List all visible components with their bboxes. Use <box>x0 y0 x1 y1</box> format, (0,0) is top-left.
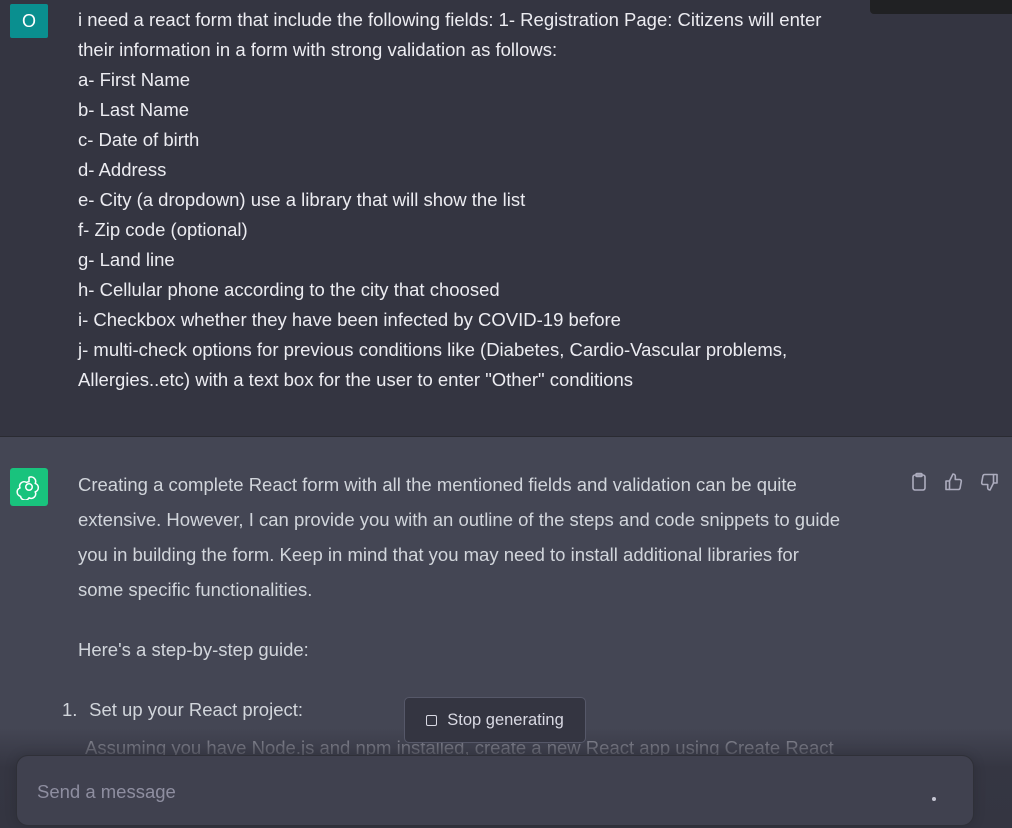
send-button[interactable] <box>932 797 936 801</box>
user-message: O i need a react form that include the f… <box>0 0 1012 437</box>
user-line: c- Date of birth <box>78 129 200 150</box>
topbar-corner <box>870 0 1012 14</box>
openai-logo-icon <box>10 468 48 506</box>
thumbs-up-icon[interactable] <box>944 472 964 492</box>
step-item: 1. Set up your React project: <box>62 695 303 725</box>
user-line: e- City (a dropdown) use a library that … <box>78 189 526 210</box>
user-line: a- First Name <box>78 69 191 90</box>
thumbs-down-icon[interactable] <box>979 472 999 492</box>
user-avatar: O <box>10 4 48 38</box>
assistant-line: you in building the form. Keep in mind t… <box>78 544 799 565</box>
user-line: b- Last Name <box>78 99 190 120</box>
message-input[interactable] <box>37 778 897 806</box>
assistant-line: extensive. However, I can provide you wi… <box>78 509 841 530</box>
user-line: i need a react form that include the fol… <box>78 9 822 30</box>
message-actions <box>909 472 999 492</box>
user-line: d- Address <box>78 159 167 180</box>
user-line: their information in a form with strong … <box>78 39 558 60</box>
user-line: Allergies..etc) with a text box for the … <box>78 369 634 390</box>
step-title: Set up your React project: <box>89 699 304 720</box>
user-line: g- Land line <box>78 249 175 270</box>
stop-generating-label: Stop generating <box>447 710 564 729</box>
message-composer <box>16 755 974 826</box>
assistant-line: some specific functionalities. <box>78 579 313 600</box>
user-line: j- multi-check options for previous cond… <box>78 339 788 360</box>
assistant-message-text: Creating a complete React form with all … <box>78 467 908 607</box>
user-message-text: i need a react form that include the fol… <box>78 5 888 395</box>
user-line: f- Zip code (optional) <box>78 219 248 240</box>
user-line: h- Cellular phone according to the city … <box>78 279 500 300</box>
guide-intro: Here's a step-by-step guide: <box>78 639 309 660</box>
clipboard-icon[interactable] <box>909 472 929 492</box>
stop-square-icon <box>426 714 438 726</box>
user-line: i- Checkbox whether they have been infec… <box>78 309 621 330</box>
stop-generating-button[interactable]: Stop generating <box>404 697 586 743</box>
user-avatar-letter: O <box>21 10 36 31</box>
assistant-line: Creating a complete React form with all … <box>78 474 797 495</box>
step-number: 1. <box>62 699 78 720</box>
